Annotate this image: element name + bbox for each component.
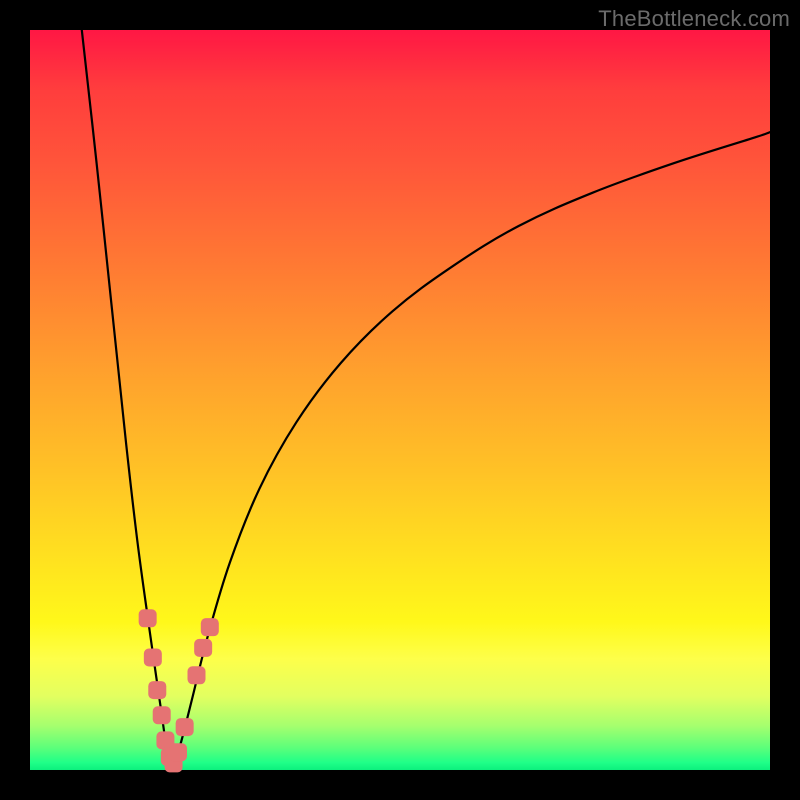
data-marker <box>169 743 187 761</box>
data-marker <box>148 681 166 699</box>
watermark-text: TheBottleneck.com <box>598 6 790 32</box>
chart-frame: TheBottleneck.com <box>0 0 800 800</box>
data-marker <box>144 649 162 667</box>
data-marker <box>176 718 194 736</box>
curve-layer <box>30 30 770 770</box>
data-marker <box>194 639 212 657</box>
data-marker <box>188 666 206 684</box>
data-marker <box>153 706 171 724</box>
curve-right-branch <box>172 132 770 766</box>
data-marker <box>139 609 157 627</box>
data-marker <box>201 618 219 636</box>
plot-area <box>30 30 770 770</box>
